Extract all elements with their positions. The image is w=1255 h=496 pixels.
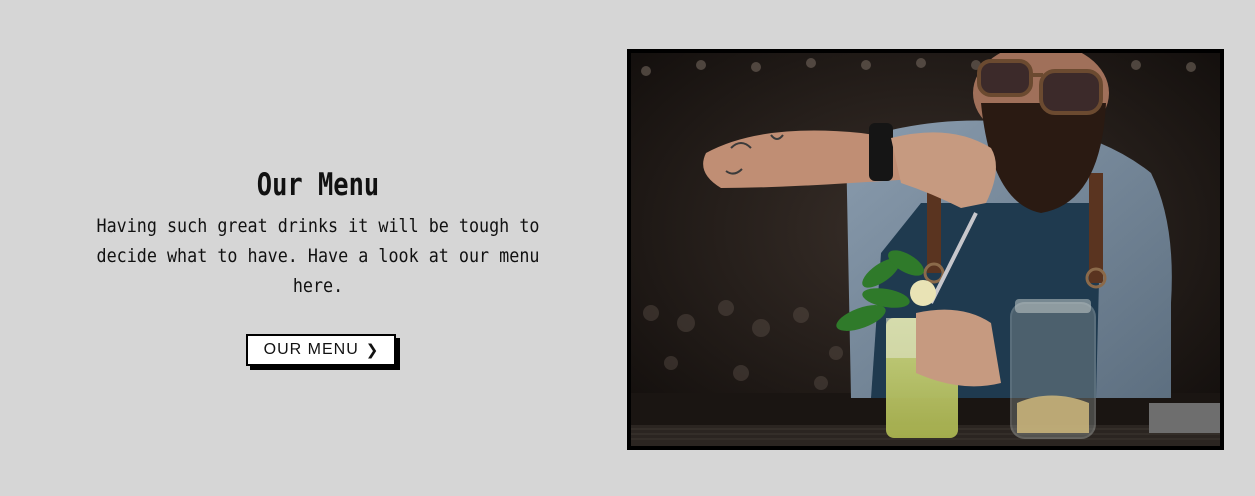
our-menu-button-wrapper[interactable]: OUR MENU ❯ [246,334,400,370]
our-menu-button-label: OUR MENU [263,341,359,358]
section-title: Our Menu [256,167,380,203]
our-menu-button[interactable]: OUR MENU ❯ [246,334,396,366]
chevron-right-icon: ❯ [365,340,379,359]
menu-intro: Our Menu Having such great drinks it wil… [90,165,546,301]
section-description: Having such great drinks it will be toug… [96,215,540,297]
bartender-photo-illustration [631,53,1220,446]
bartender-photo [627,49,1224,450]
